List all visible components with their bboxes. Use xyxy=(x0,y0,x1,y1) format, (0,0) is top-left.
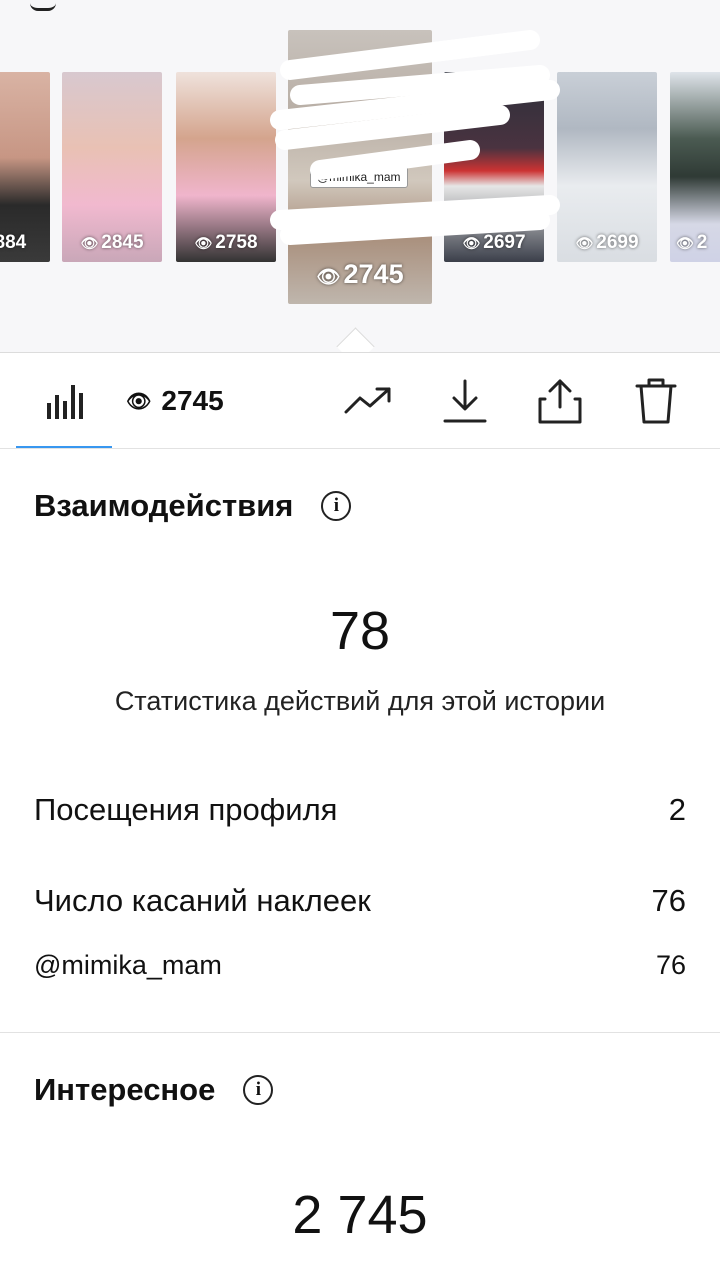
thumbnail-views: 👁 2758 xyxy=(194,232,258,253)
story-thumbnail[interactable]: 👁 2 xyxy=(670,72,720,262)
redaction-scribble xyxy=(270,30,560,245)
download-icon xyxy=(443,379,487,423)
stat-label: Число касаний наклеек xyxy=(34,883,371,918)
story-thumbnail[interactable]: 👁 2845 xyxy=(62,72,162,262)
eye-icon: 👁 xyxy=(676,235,694,251)
selection-pointer xyxy=(336,327,375,352)
interactions-total: 78 xyxy=(329,601,391,661)
insights-tab[interactable] xyxy=(16,353,112,449)
stat-value: 76 xyxy=(651,883,686,918)
thumbnail-views: 👁 2745 xyxy=(316,259,404,289)
stat-row-mention: @mimika_mam 76 xyxy=(34,950,686,981)
download-button[interactable] xyxy=(440,375,490,427)
stat-label: Посещения профиля xyxy=(34,792,338,827)
eye-icon: 👁 xyxy=(316,267,341,288)
eye-icon: 👁 xyxy=(126,390,152,413)
stat-row-profile-visits: Посещения профиля 2 xyxy=(34,792,686,828)
share-button[interactable] xyxy=(534,375,586,427)
section-divider xyxy=(0,1032,720,1033)
interactions-caption: Статистика действий для этой истории xyxy=(114,686,606,716)
trash-icon xyxy=(635,378,677,424)
back-indicator xyxy=(30,0,56,11)
section-title: Взаимодействия xyxy=(34,488,294,523)
stat-row-sticker-taps: Число касаний наклеек 76 xyxy=(34,883,686,919)
stat-value: 76 xyxy=(655,950,686,980)
stat-label: @mimika_mam xyxy=(34,950,222,980)
discovery-header: Интересное i xyxy=(34,1072,274,1108)
story-thumbnail[interactable]: 👁 2699 xyxy=(557,72,657,262)
thumbnail-views: 👁884 xyxy=(0,232,27,253)
views-count: 👁 2745 xyxy=(126,375,224,427)
interactions-header: Взаимодействия i xyxy=(34,488,352,524)
promote-button[interactable] xyxy=(340,375,396,427)
discovery-total: 2 745 xyxy=(292,1185,428,1245)
eye-icon: 👁 xyxy=(575,235,594,251)
stat-value: 2 xyxy=(668,792,686,827)
story-thumbnail[interactable]: 👁884 xyxy=(0,72,50,262)
eye-icon: 👁 xyxy=(194,235,213,251)
trending-icon xyxy=(344,387,391,414)
info-icon[interactable]: i xyxy=(243,1075,274,1105)
thumbnail-views: 👁 2699 xyxy=(575,232,639,253)
story-carousel[interactable]: 👁884 👁2845 👁2758 👁2697 👁2699 👁2 @mimika_… xyxy=(0,0,720,352)
story-thumbnail[interactable]: 👁 2758 xyxy=(176,72,276,262)
bar-chart-icon xyxy=(47,385,83,419)
section-title: Интересное xyxy=(34,1072,216,1107)
views-count-value: 2745 xyxy=(161,385,224,416)
toolbar-divider xyxy=(0,448,720,449)
thumbnail-views: 👁 2845 xyxy=(80,232,144,253)
insights-toolbar: 👁 2745 xyxy=(0,353,720,449)
eye-icon: 👁 xyxy=(80,235,99,251)
share-icon xyxy=(538,379,582,424)
info-icon[interactable]: i xyxy=(321,491,352,521)
thumbnail-views: 👁 2 xyxy=(676,232,708,253)
delete-button[interactable] xyxy=(630,375,682,427)
